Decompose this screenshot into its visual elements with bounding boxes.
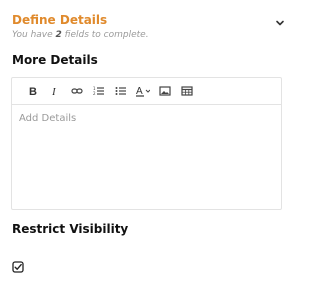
restrict-visibility-label: Restrict Visibility	[12, 222, 129, 236]
bullet-list-icon[interactable]	[110, 81, 132, 101]
editor-placeholder: Add Details	[19, 113, 77, 124]
svg-text:A: A	[136, 86, 143, 97]
italic-icon[interactable]: I	[44, 81, 66, 101]
subtitle-prefix: You have	[12, 30, 56, 40]
svg-text:B: B	[29, 86, 37, 97]
image-icon[interactable]	[154, 81, 176, 101]
ordered-list-icon[interactable]: 12	[88, 81, 110, 101]
chevron-down-icon[interactable]	[274, 14, 286, 26]
rich-text-editor[interactable]: B I 12 A Add Details	[11, 77, 282, 210]
table-icon[interactable]	[176, 81, 198, 101]
editor-content-area[interactable]: Add Details	[12, 105, 281, 132]
link-icon[interactable]	[66, 81, 88, 101]
editor-toolbar: B I 12 A	[12, 78, 281, 105]
restrict-visibility-checkbox[interactable]	[12, 258, 24, 273]
bold-icon[interactable]: B	[22, 81, 44, 101]
text-color-icon[interactable]: A	[132, 81, 154, 101]
subtitle-suffix: fields to complete.	[61, 30, 149, 40]
more-details-label: More Details	[12, 53, 98, 67]
define-details-header[interactable]: Define Details You have 2 fields to comp…	[12, 12, 288, 41]
svg-text:2: 2	[93, 91, 96, 96]
section-subtitle: You have 2 fields to complete.	[12, 29, 288, 41]
section-title: Define Details	[12, 13, 108, 27]
svg-text:I: I	[51, 86, 57, 97]
